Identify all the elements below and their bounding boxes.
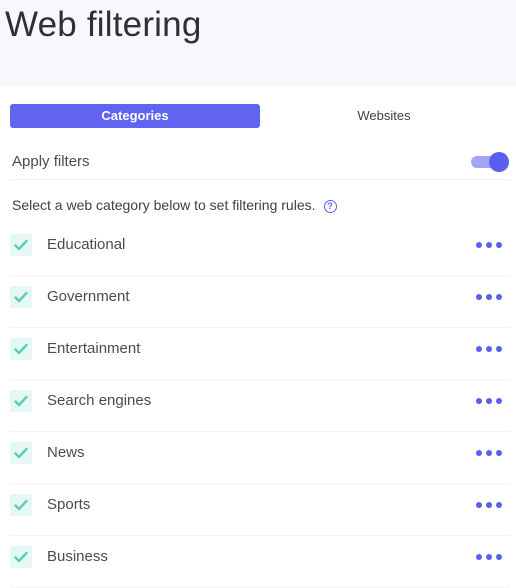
category-row[interactable]: Entertainment — [10, 328, 510, 380]
more-options-icon[interactable] — [476, 290, 504, 304]
category-checkbox[interactable] — [10, 442, 32, 464]
dot — [476, 398, 482, 404]
category-row[interactable]: Business — [10, 536, 510, 588]
main-content: Categories Websites Apply filters Select… — [0, 87, 516, 588]
more-options-icon[interactable] — [476, 342, 504, 356]
dot — [496, 502, 502, 508]
dot — [486, 398, 492, 404]
dot — [486, 450, 492, 456]
category-list: Educational Government Entertainment Search… — [10, 224, 510, 588]
tab-websites[interactable]: Websites — [260, 104, 508, 128]
dot — [476, 450, 482, 456]
dot — [486, 242, 492, 248]
category-checkbox[interactable] — [10, 286, 32, 308]
category-label: Entertainment — [47, 340, 141, 357]
category-checkbox[interactable] — [10, 390, 32, 412]
more-options-icon[interactable] — [476, 498, 504, 512]
dot — [486, 554, 492, 560]
category-label: Educational — [47, 236, 126, 253]
category-row[interactable]: News — [10, 432, 510, 484]
checkmark-icon — [14, 551, 28, 563]
dot — [496, 346, 502, 352]
dot — [496, 294, 502, 300]
dot — [476, 502, 482, 508]
tab-categories[interactable]: Categories — [10, 104, 260, 128]
dot — [496, 242, 502, 248]
more-options-icon[interactable] — [476, 238, 504, 252]
category-label: Government — [47, 288, 130, 305]
dot — [476, 554, 482, 560]
checkmark-icon — [14, 343, 28, 355]
toggle-knob — [489, 152, 509, 172]
page-header: Web filtering — [0, 0, 516, 87]
tab-bar: Categories Websites — [10, 104, 510, 128]
checkmark-icon — [14, 447, 28, 459]
question-circle-icon[interactable]: ? — [323, 200, 337, 213]
category-checkbox[interactable] — [10, 546, 32, 568]
dot — [476, 346, 482, 352]
instruction-text: Select a web category below to set filte… — [12, 197, 316, 213]
category-label: Business — [47, 548, 108, 565]
category-checkbox[interactable] — [10, 338, 32, 360]
category-row[interactable]: Sports — [10, 484, 510, 536]
apply-filters-toggle[interactable] — [471, 152, 509, 172]
checkmark-icon — [14, 395, 28, 407]
dot — [486, 346, 492, 352]
category-label: News — [47, 444, 85, 461]
dot — [496, 450, 502, 456]
category-row[interactable]: Search engines — [10, 380, 510, 432]
apply-filters-row: Apply filters — [10, 145, 510, 180]
category-label: Sports — [47, 496, 91, 513]
dot — [476, 242, 482, 248]
category-label: Search engines — [47, 392, 152, 409]
checkmark-icon — [14, 499, 28, 511]
more-options-icon[interactable] — [476, 446, 504, 460]
instruction-line: Select a web category below to set filte… — [12, 197, 337, 213]
page-title: Web filtering — [5, 5, 202, 44]
dot — [486, 502, 492, 508]
more-options-icon[interactable] — [476, 394, 504, 408]
category-row[interactable]: Educational — [10, 224, 510, 276]
dot — [496, 398, 502, 404]
checkmark-icon — [14, 239, 28, 251]
checkmark-icon — [14, 291, 28, 303]
category-checkbox[interactable] — [10, 494, 32, 516]
more-options-icon[interactable] — [476, 550, 504, 564]
dot — [476, 294, 482, 300]
category-row[interactable]: Government — [10, 276, 510, 328]
category-checkbox[interactable] — [10, 234, 32, 256]
apply-filters-label: Apply filters — [12, 153, 90, 170]
dot — [496, 554, 502, 560]
dot — [486, 294, 492, 300]
